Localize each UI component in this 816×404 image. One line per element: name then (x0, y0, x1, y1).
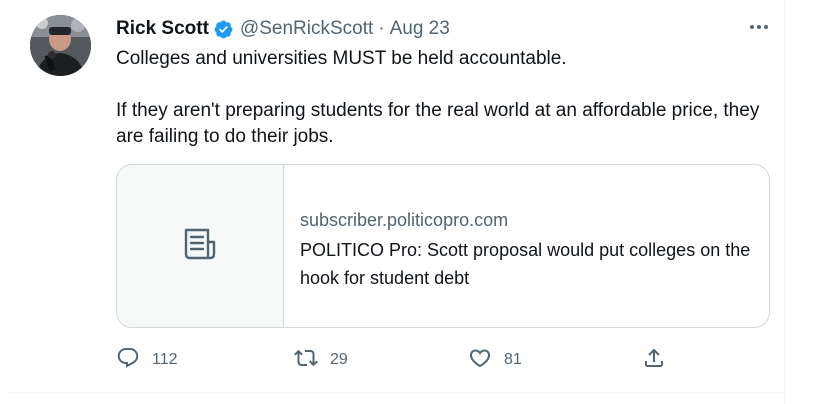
tweet-text-line: Colleges and universities MUST be held a… (116, 48, 567, 69)
author-name[interactable]: Rick Scott (116, 18, 209, 40)
card-domain: subscriber.politicopro.com (300, 210, 509, 230)
tweet-divider (8, 392, 784, 393)
article-icon (180, 224, 220, 269)
retweet-count: 29 (330, 351, 348, 368)
link-card[interactable]: subscriber.politicopro.com POLITICO Pro:… (116, 164, 770, 328)
author-handle[interactable]: @SenRickScott (240, 18, 373, 40)
card-thumbnail (117, 165, 284, 327)
action-bar: 112 29 81 (116, 346, 676, 374)
tweet-date[interactable]: Aug 23 (390, 18, 450, 40)
retweet-icon (294, 346, 318, 375)
tweet-header: Rick Scott @SenRickScott · Aug 23 (116, 16, 450, 42)
column-divider (784, 0, 785, 404)
tweet-text: Colleges and universities MUST be held a… (116, 46, 766, 150)
heart-icon (468, 346, 492, 375)
separator-dot: · (378, 18, 385, 39)
retweet-button[interactable]: 29 (294, 346, 348, 374)
card-body: subscriber.politicopro.com POLITICO Pro:… (284, 165, 769, 327)
share-icon (642, 346, 666, 375)
card-title: POLITICO Pro: Scott proposal would put c… (300, 240, 751, 288)
tweet-text-line: If they aren't preparing students for th… (116, 100, 760, 147)
reply-count: 112 (152, 351, 178, 368)
like-count: 81 (504, 351, 522, 368)
avatar[interactable] (30, 15, 91, 76)
like-button[interactable]: 81 (468, 346, 522, 374)
reply-button[interactable]: 112 (116, 346, 178, 374)
share-button[interactable] (642, 346, 666, 374)
verified-badge-icon (213, 19, 234, 40)
reply-icon (116, 346, 140, 375)
tweet[interactable]: Rick Scott @SenRickScott · Aug 23 Colleg… (8, 0, 784, 392)
more-options-icon[interactable] (746, 14, 772, 40)
